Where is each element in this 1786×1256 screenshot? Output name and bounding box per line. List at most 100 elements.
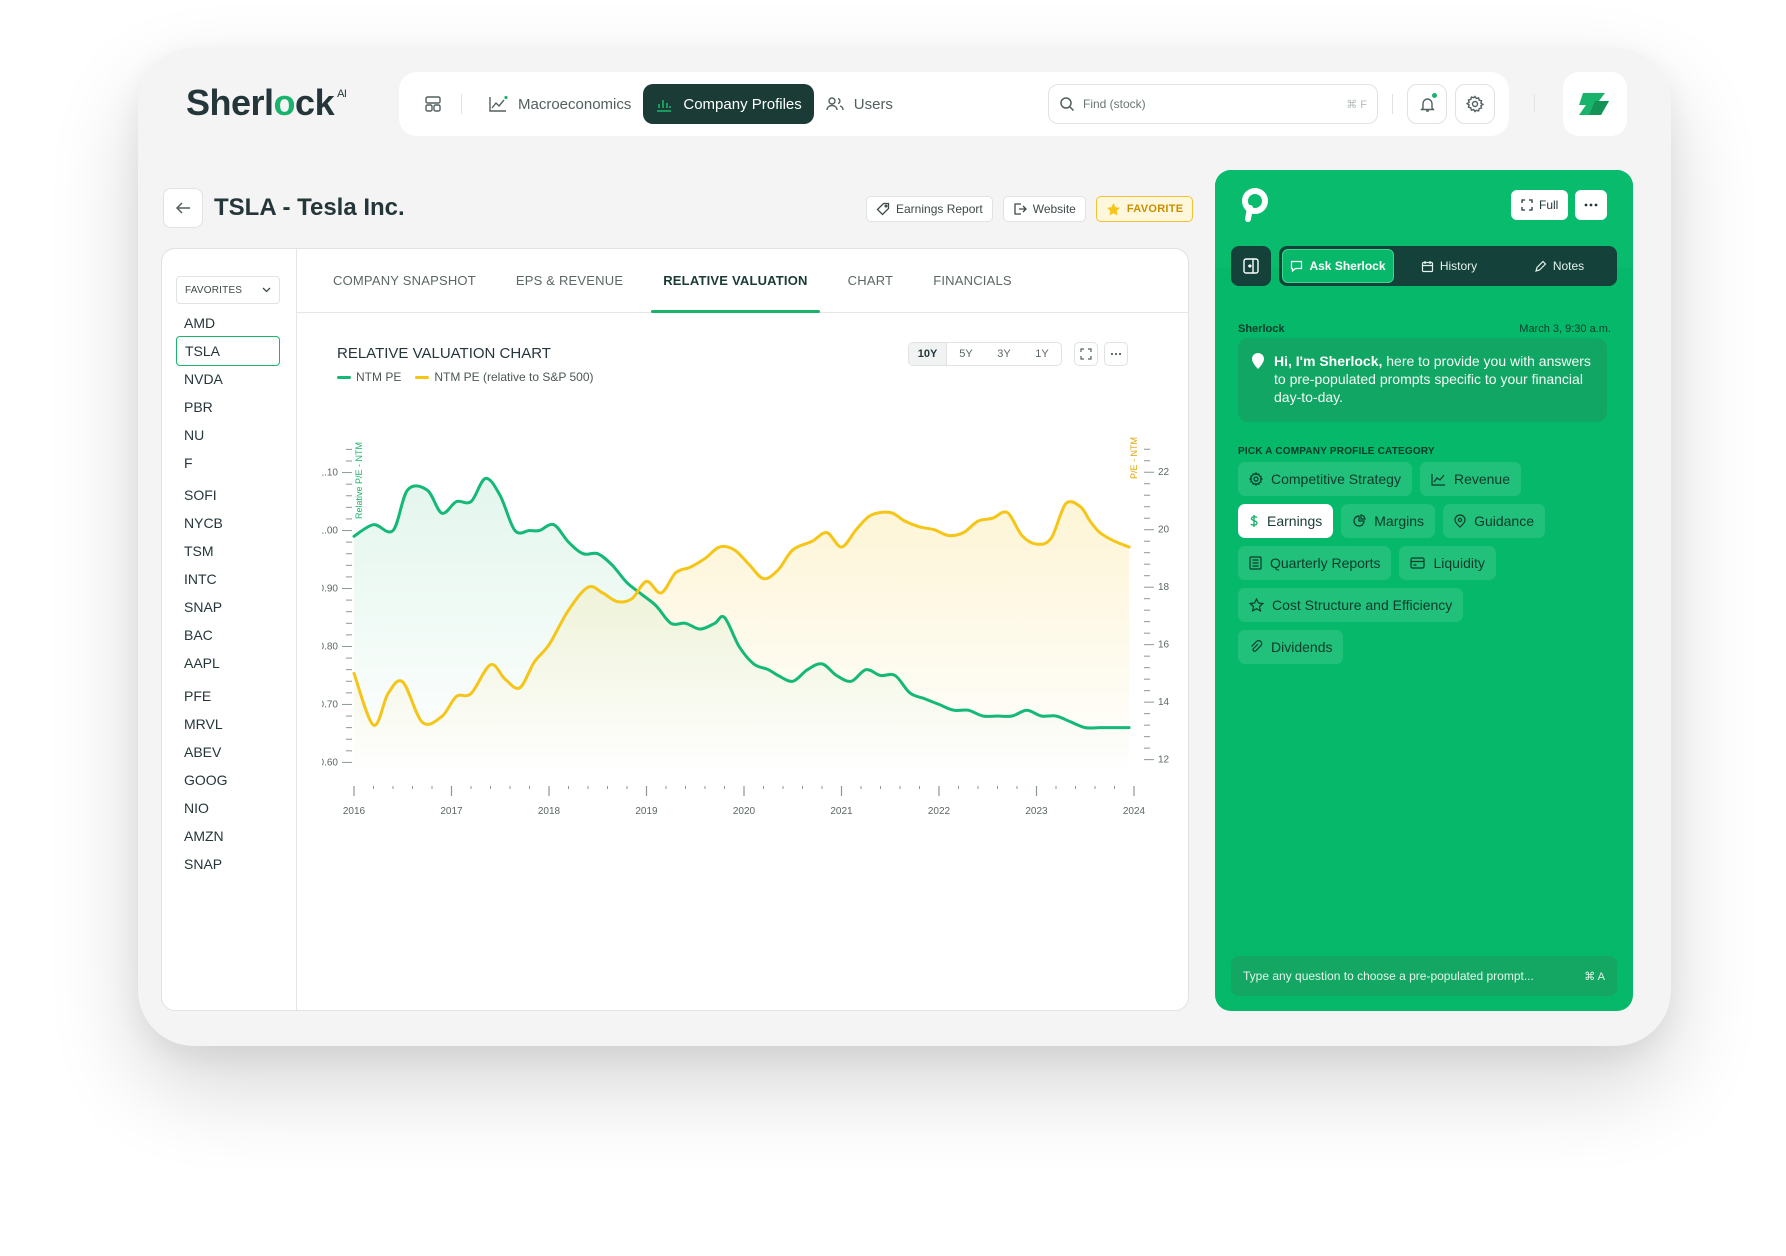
chip-dividends[interactable]: Dividends <box>1238 630 1344 664</box>
right-axis-label: 22 <box>1158 467 1170 478</box>
ticker-item-aapl[interactable]: AAPL <box>176 648 280 678</box>
tab-relative-valuation[interactable]: RELATIVE VALUATION <box>651 249 821 313</box>
avatar[interactable] <box>1563 72 1627 136</box>
chip-liquidity[interactable]: Liquidity <box>1399 546 1496 580</box>
legend-item-ntm-pe-relative: NTM PE (relative to S&P 500) <box>415 370 594 384</box>
users-icon <box>826 97 844 111</box>
more-horizontal-icon <box>1110 352 1122 356</box>
website-button[interactable]: Website <box>1002 196 1086 222</box>
sherlock-panel: Full Ask Sherlock History Notes Sherlock… <box>1215 170 1633 1011</box>
arrow-left-icon <box>175 202 190 214</box>
ticker-item-intc[interactable]: INTC <box>176 564 280 594</box>
tab-financials[interactable]: FINANCIALS <box>921 249 1024 312</box>
tab-history[interactable]: History <box>1394 249 1504 283</box>
question-input[interactable]: Type any question to choose a pre-popula… <box>1231 956 1617 996</box>
location-pin-icon <box>1454 514 1466 528</box>
ticker-item-goog[interactable]: GOOG <box>176 765 280 795</box>
chart-more-button[interactable] <box>1104 342 1128 366</box>
ticker-item-tsm[interactable]: TSM <box>176 536 280 566</box>
ticker-item-nvda[interactable]: NVDA <box>176 364 280 394</box>
ticker-item-mrvl[interactable]: MRVL <box>176 709 280 739</box>
range-3y[interactable]: 3Y <box>985 343 1023 365</box>
right-axis-label: 14 <box>1158 697 1170 708</box>
ticker-item-nycb[interactable]: NYCB <box>176 508 280 538</box>
user-logo-icon <box>1579 93 1609 115</box>
search-input[interactable]: Find (stock) ⌘ F <box>1048 84 1378 124</box>
category-chips: Competitive Strategy Revenue Earnings Margi… <box>1238 462 1618 672</box>
chip-margins[interactable]: Margins <box>1341 504 1436 538</box>
collapse-panel-button[interactable] <box>1231 246 1271 286</box>
profile-tabs: COMPANY SNAPSHOT EPS & REVENUE RELATIVE VA… <box>297 249 1188 313</box>
ticker-item-tsla[interactable]: TSLA <box>176 336 280 366</box>
tab-chart[interactable]: CHART <box>836 249 906 312</box>
left-axis-label: 0.90 <box>322 584 338 595</box>
tab-company-snapshot[interactable]: COMPANY SNAPSHOT <box>321 249 488 312</box>
range-10y[interactable]: 10Y <box>909 343 947 365</box>
dashboard-icon[interactable] <box>419 90 447 118</box>
gear-icon <box>1249 472 1263 486</box>
paperclip-icon <box>1249 640 1263 654</box>
panel-more-button[interactable] <box>1575 190 1607 220</box>
line-chart-icon <box>1431 473 1446 486</box>
favorites-dropdown[interactable]: FAVORITES <box>176 276 280 304</box>
chip-quarterly-reports[interactable]: Quarterly Reports <box>1238 546 1392 580</box>
pencil-icon <box>1534 260 1547 272</box>
brand-logo[interactable]: Sherl o ck AI <box>186 82 347 124</box>
ticker-item-amd[interactable]: AMD <box>176 308 280 338</box>
x-axis-label: 2024 <box>1123 806 1146 814</box>
more-horizontal-icon <box>1584 203 1598 207</box>
range-selector: 10Y 5Y 3Y 1Y <box>908 342 1062 366</box>
full-screen-button[interactable]: Full <box>1511 190 1569 220</box>
chip-revenue[interactable]: Revenue <box>1419 462 1521 496</box>
credit-card-icon <box>1410 557 1426 569</box>
right-axis-label: 18 <box>1158 582 1170 593</box>
notifications-button[interactable] <box>1407 84 1447 124</box>
expand-chart-button[interactable] <box>1074 342 1098 366</box>
ticker-item-snap[interactable]: SNAP <box>176 592 280 622</box>
x-axis-label: 2018 <box>538 806 561 814</box>
settings-button[interactable] <box>1455 84 1495 124</box>
ticker-item-bac[interactable]: BAC <box>176 620 280 650</box>
ticker-item-snap[interactable]: SNAP <box>176 849 280 879</box>
chip-earnings[interactable]: Earnings <box>1238 504 1334 538</box>
x-axis-label: 2020 <box>733 806 756 814</box>
question-shortcut: ⌘ A <box>1584 970 1605 983</box>
range-5y[interactable]: 5Y <box>947 343 985 365</box>
left-axis-label: 0.80 <box>322 641 338 652</box>
ticker-item-nio[interactable]: NIO <box>176 793 280 823</box>
legend-item-ntm-pe: NTM PE <box>337 370 401 384</box>
right-axis-label: 12 <box>1158 755 1170 766</box>
earnings-report-button[interactable]: Earnings Report <box>866 196 993 222</box>
favorite-button[interactable]: FAVORITE <box>1095 196 1194 222</box>
tab-eps-revenue[interactable]: EPS & REVENUE <box>504 249 635 312</box>
ticker-item-sofi[interactable]: SOFI <box>176 480 280 510</box>
ticker-item-abev[interactable]: ABEV <box>176 737 280 767</box>
expand-icon <box>1521 199 1533 211</box>
tab-notes[interactable]: Notes <box>1504 249 1614 283</box>
top-nav: Macroeconomics Company Profiles Users Fi… <box>399 72 1509 136</box>
chip-cost-structure-and-efficiency[interactable]: Cost Structure and Efficiency <box>1238 588 1464 622</box>
nav-company-profiles[interactable]: Company Profiles <box>643 84 814 124</box>
ticker-item-pbr[interactable]: PBR <box>176 392 280 422</box>
ticker-item-amzn[interactable]: AMZN <box>176 821 280 851</box>
page-title: TSLA - Tesla Inc. <box>214 194 405 221</box>
dollar-icon <box>1249 514 1259 528</box>
search-shortcut: ⌘ F <box>1346 98 1367 111</box>
right-axis-label: 20 <box>1158 525 1170 536</box>
ticker-item-f[interactable]: F <box>176 448 280 478</box>
tab-ask-sherlock[interactable]: Ask Sherlock <box>1282 249 1394 283</box>
back-button[interactable] <box>163 188 203 228</box>
left-axis-label: 1.10 <box>322 468 338 479</box>
chevron-down-icon <box>262 287 271 293</box>
x-axis-label: 2019 <box>635 806 658 814</box>
nav-macroeconomics[interactable]: Macroeconomics <box>476 84 643 124</box>
chip-competitive-strategy[interactable]: Competitive Strategy <box>1238 462 1412 496</box>
ticker-item-nu[interactable]: NU <box>176 420 280 450</box>
message-time: March 3, 9:30 a.m. <box>1519 323 1611 335</box>
chip-guidance[interactable]: Guidance <box>1443 504 1545 538</box>
left-axis-label: 1.00 <box>322 526 338 537</box>
chart-legend: NTM PE NTM PE (relative to S&P 500) <box>337 370 594 384</box>
range-1y[interactable]: 1Y <box>1023 343 1061 365</box>
ticker-item-pfe[interactable]: PFE <box>176 681 280 711</box>
nav-users[interactable]: Users <box>814 84 905 124</box>
